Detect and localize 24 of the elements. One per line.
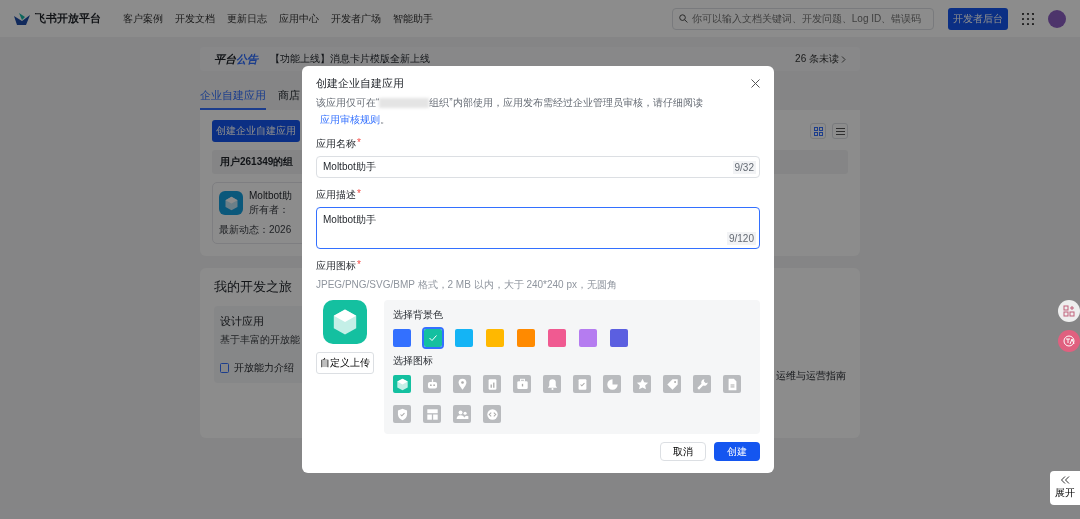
step-title: 设计应用 bbox=[220, 314, 264, 329]
notice-text: 该应用仅可在“ bbox=[316, 96, 380, 110]
dialog-title: 创建企业自建应用 bbox=[316, 76, 404, 91]
org-name: 用户261349的组 bbox=[220, 155, 294, 169]
app-activity: 最新动态：2026 bbox=[219, 223, 292, 237]
notice-text: 组织”内部使用，应用发布需经过企业管理员审核，请仔细阅读 bbox=[429, 96, 703, 110]
char-counter: 9/120 bbox=[726, 232, 756, 245]
field-label: 应用名称 bbox=[316, 137, 356, 151]
step-description: 基于丰富的开放能 bbox=[220, 333, 300, 347]
icons-label: 选择图标 bbox=[393, 354, 434, 368]
field-label: 应用描述 bbox=[316, 188, 356, 202]
journey-title: 我的开发之旅 bbox=[214, 278, 292, 296]
char-counter: 9/32 bbox=[732, 161, 756, 174]
icon-hint: JPEG/PNG/SVG/BMP 格式，2 MB 以内，大于 240*240 px，无圆角 bbox=[316, 278, 618, 292]
field-label: 应用图标 bbox=[316, 259, 356, 273]
app-name: Moltbot助 bbox=[249, 189, 292, 203]
announcement-label: 平台公告 bbox=[214, 51, 258, 67]
required-mark: * bbox=[357, 188, 361, 201]
colors-label: 选择背景色 bbox=[393, 308, 444, 322]
required-mark: * bbox=[357, 259, 361, 272]
required-mark: * bbox=[357, 137, 361, 150]
brand-name: 飞书开放平台 bbox=[35, 11, 101, 26]
notice-end: 。 bbox=[380, 113, 390, 127]
app-owner: 所有者： bbox=[249, 203, 290, 217]
